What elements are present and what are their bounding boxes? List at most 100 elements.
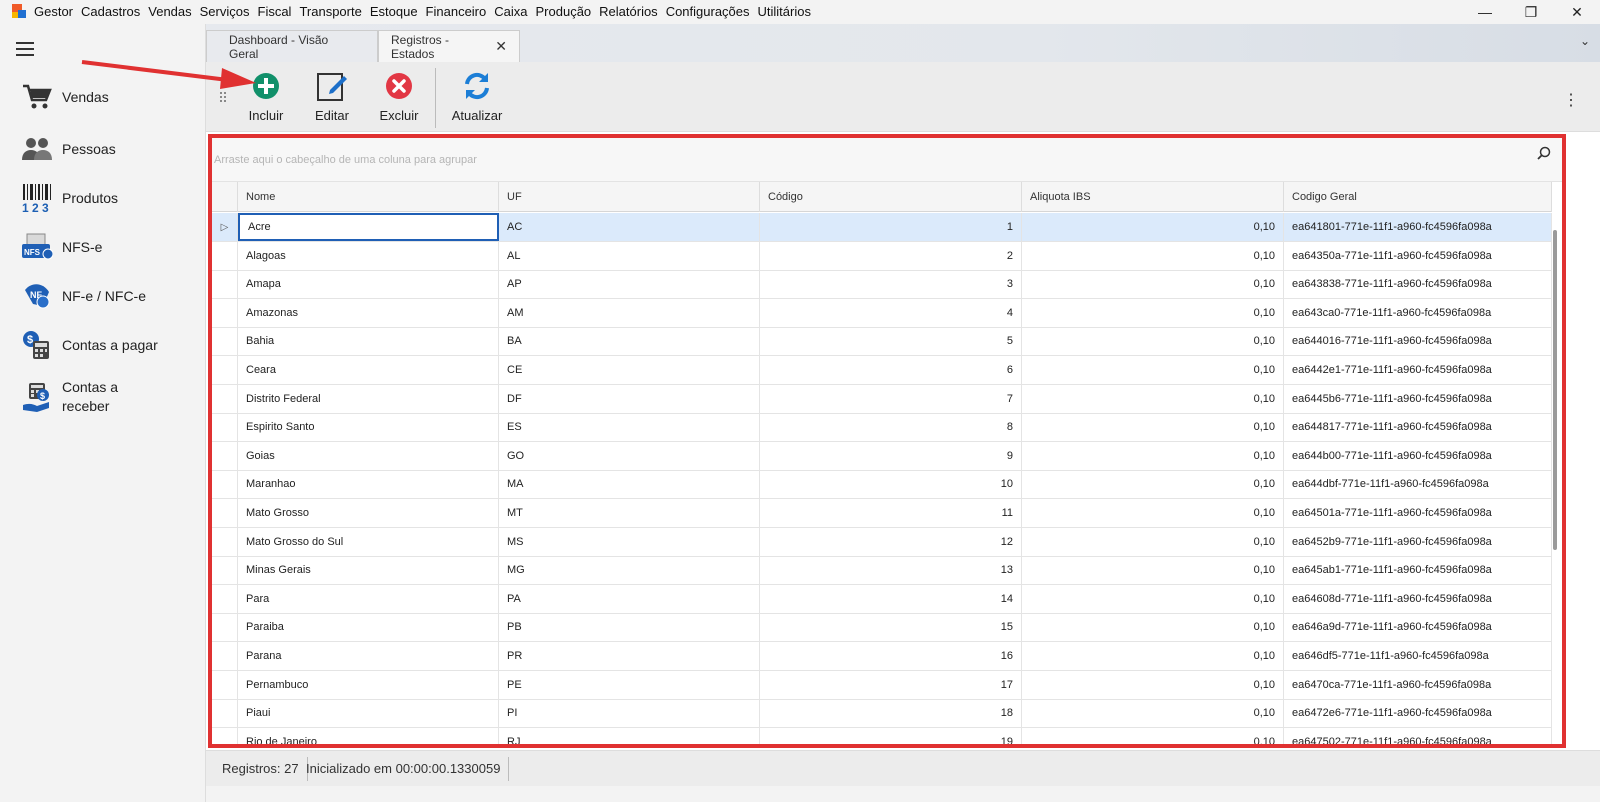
scrollbar-thumb[interactable]: [1553, 230, 1557, 550]
row-indicator[interactable]: [212, 356, 238, 384]
cell-aliquota-ibs[interactable]: 0,10: [1022, 584, 1284, 613]
menu-producao[interactable]: Produção: [532, 0, 596, 24]
cell-uf[interactable]: AL: [499, 241, 760, 270]
table-row[interactable]: Alagoas AL 2 0,10 ea64350a-771e-11f1-a960-fc…: [212, 241, 1552, 271]
cell-uf[interactable]: ES: [499, 413, 760, 442]
table-row[interactable]: Mato Grosso MT 11 0,10 ea64501a-771e-11f1-a9…: [212, 499, 1552, 528]
tab-dashboard[interactable]: Dashboard - Visão Geral: [206, 30, 378, 62]
cell-aliquota-ibs[interactable]: 0,10: [1022, 613, 1284, 642]
column-header-codigo[interactable]: Código: [760, 182, 1022, 212]
cell-aliquota-ibs[interactable]: 0,10: [1022, 699, 1284, 728]
cell-codigo-geral[interactable]: ea643ca0-771e-11f1-a960-fc4596fa098a: [1284, 298, 1552, 327]
cell-uf[interactable]: PA: [499, 584, 760, 613]
table-row[interactable]: Amapa AP 3 0,10 ea643838-771e-11f1-a960-fc45…: [212, 270, 1552, 300]
cell-codigo[interactable]: 15: [760, 613, 1022, 642]
hamburger-menu-icon[interactable]: [16, 42, 34, 56]
cell-nome[interactable]: Pernambuco: [238, 670, 499, 699]
cell-uf[interactable]: RJ: [499, 727, 760, 744]
cell-uf[interactable]: PB: [499, 613, 760, 642]
cell-codigo-geral[interactable]: ea6442e1-771e-11f1-a960-fc4596fa098a: [1284, 356, 1552, 384]
cell-aliquota-ibs[interactable]: 0,10: [1022, 670, 1284, 699]
cell-nome[interactable]: Distrito Federal: [238, 384, 499, 413]
atualizar-button[interactable]: Atualizar: [447, 70, 507, 123]
cell-nome[interactable]: Mato Grosso: [238, 499, 499, 527]
menu-vendas[interactable]: Vendas: [144, 0, 195, 24]
cell-uf[interactable]: GO: [499, 441, 760, 470]
cell-aliquota-ibs[interactable]: 0,10: [1022, 441, 1284, 470]
menu-cadastros[interactable]: Cadastros: [77, 0, 144, 24]
sidebar-item-contas-pagar[interactable]: $ Contas a pagar: [20, 328, 200, 362]
cell-aliquota-ibs[interactable]: 0,10: [1022, 356, 1284, 384]
sidebar-item-vendas[interactable]: Vendas: [20, 80, 200, 114]
cell-codigo[interactable]: 10: [760, 470, 1022, 499]
table-row[interactable]: Bahia BA 5 0,10 ea644016-771e-11f1-a960-fc45…: [212, 327, 1552, 357]
cell-aliquota-ibs[interactable]: 0,10: [1022, 556, 1284, 585]
more-options-icon[interactable]: ⋮: [1563, 90, 1580, 110]
cell-nome[interactable]: Amazonas: [238, 298, 499, 327]
close-tab-icon[interactable]: ✕: [495, 38, 507, 55]
menu-estoque[interactable]: Estoque: [366, 0, 422, 24]
cell-nome[interactable]: Alagoas: [238, 241, 499, 270]
column-header-codigo-geral[interactable]: Codigo Geral: [1284, 182, 1552, 212]
cell-aliquota-ibs[interactable]: 0,10: [1022, 327, 1284, 356]
cell-aliquota-ibs[interactable]: 0,10: [1022, 241, 1284, 270]
cell-codigo[interactable]: 2: [760, 241, 1022, 270]
row-indicator-icon[interactable]: ▷: [212, 213, 238, 241]
column-header-aliquota-ibs[interactable]: Aliquota IBS: [1022, 182, 1284, 212]
group-panel[interactable]: Arraste aqui o cabeçalho de uma coluna p…: [212, 138, 1562, 182]
cell-nome[interactable]: Acre: [238, 213, 499, 241]
cell-codigo-geral[interactable]: ea644dbf-771e-11f1-a960-fc4596fa098a: [1284, 470, 1552, 499]
cell-nome[interactable]: Maranhao: [238, 470, 499, 499]
column-header-nome[interactable]: Nome: [238, 182, 499, 212]
search-icon[interactable]: [1536, 146, 1552, 162]
cell-codigo-geral[interactable]: ea6472e6-771e-11f1-a960-fc4596fa098a: [1284, 699, 1552, 728]
table-row[interactable]: Parana PR 16 0,10 ea646df5-771e-11f1-a960-fc…: [212, 642, 1552, 671]
sidebar-item-produtos[interactable]: 1 2 3 Produtos: [20, 181, 200, 215]
sidebar-item-pessoas[interactable]: Pessoas: [20, 132, 200, 166]
menu-utilitarios[interactable]: Utilitários: [754, 0, 815, 24]
menu-servicos[interactable]: Serviços: [196, 0, 254, 24]
cell-codigo-geral[interactable]: ea6452b9-771e-11f1-a960-fc4596fa098a: [1284, 527, 1552, 556]
cell-nome[interactable]: Mato Grosso do Sul: [238, 527, 499, 556]
row-indicator[interactable]: [212, 727, 238, 744]
cell-codigo-geral[interactable]: ea644016-771e-11f1-a960-fc4596fa098a: [1284, 327, 1552, 356]
menu-caixa[interactable]: Caixa: [490, 0, 531, 24]
sidebar-item-nfse[interactable]: NFS NFS-e: [20, 230, 200, 264]
cell-codigo[interactable]: 3: [760, 270, 1022, 299]
editar-button[interactable]: Editar: [302, 70, 362, 123]
row-indicator[interactable]: [212, 613, 238, 642]
cell-uf[interactable]: MA: [499, 470, 760, 499]
row-indicator[interactable]: [212, 270, 238, 299]
table-row[interactable]: Ceara CE 6 0,10 ea6442e1-771e-11f1-a960-fc45…: [212, 356, 1552, 385]
column-header-uf[interactable]: UF: [499, 182, 760, 212]
menu-gestor[interactable]: Gestor: [30, 0, 77, 24]
cell-uf[interactable]: AC: [499, 213, 760, 241]
table-row[interactable]: Maranhao MA 10 0,10 ea644dbf-771e-11f1-a960-…: [212, 470, 1552, 500]
cell-uf[interactable]: MS: [499, 527, 760, 556]
cell-codigo-geral[interactable]: ea641801-771e-11f1-a960-fc4596fa098a: [1284, 213, 1552, 241]
table-row[interactable]: Goias GO 9 0,10 ea644b00-771e-11f1-a960-fc45…: [212, 441, 1552, 471]
cell-nome[interactable]: Rio de Janeiro: [238, 727, 499, 744]
table-row[interactable]: Pernambuco PE 17 0,10 ea6470ca-771e-11f1-a96…: [212, 670, 1552, 700]
cell-nome[interactable]: Piaui: [238, 699, 499, 728]
cell-codigo[interactable]: 18: [760, 699, 1022, 728]
cell-aliquota-ibs[interactable]: 0,10: [1022, 499, 1284, 527]
cell-aliquota-ibs[interactable]: 0,10: [1022, 470, 1284, 499]
menu-relatorios[interactable]: Relatórios: [595, 0, 662, 24]
cell-codigo-geral[interactable]: ea644817-771e-11f1-a960-fc4596fa098a: [1284, 413, 1552, 442]
cell-codigo-geral[interactable]: ea643838-771e-11f1-a960-fc4596fa098a: [1284, 270, 1552, 299]
row-indicator[interactable]: [212, 384, 238, 413]
grip-handle-icon[interactable]: [220, 92, 228, 104]
chevron-down-icon[interactable]: ⌄: [1580, 34, 1590, 48]
close-window-icon[interactable]: ✕: [1554, 0, 1600, 24]
cell-codigo-geral[interactable]: ea64350a-771e-11f1-a960-fc4596fa098a: [1284, 241, 1552, 270]
cell-nome[interactable]: Bahia: [238, 327, 499, 356]
row-indicator[interactable]: [212, 584, 238, 613]
cell-uf[interactable]: DF: [499, 384, 760, 413]
table-row[interactable]: Paraiba PB 15 0,10 ea646a9d-771e-11f1-a960-f…: [212, 613, 1552, 643]
cell-uf[interactable]: BA: [499, 327, 760, 356]
cell-codigo[interactable]: 14: [760, 584, 1022, 613]
cell-codigo[interactable]: 19: [760, 727, 1022, 744]
cell-codigo-geral[interactable]: ea645ab1-771e-11f1-a960-fc4596fa098a: [1284, 556, 1552, 585]
cell-uf[interactable]: PI: [499, 699, 760, 728]
